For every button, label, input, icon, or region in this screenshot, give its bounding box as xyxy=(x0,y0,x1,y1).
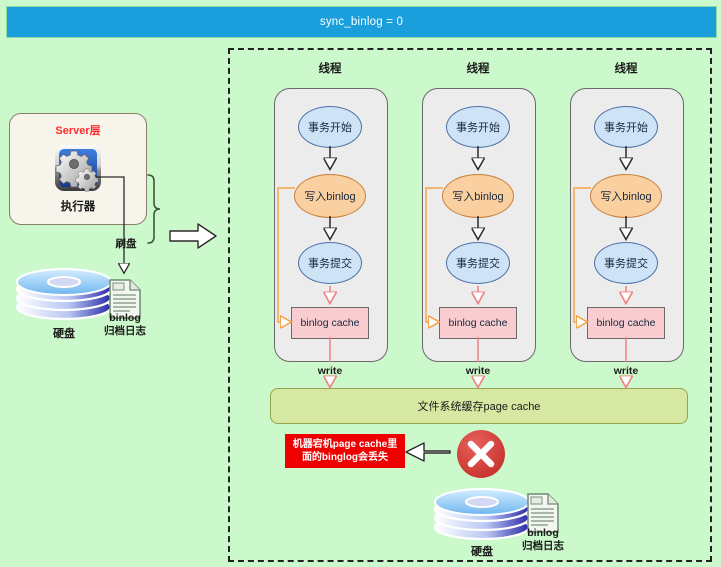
thread-title: 线程 xyxy=(318,63,342,75)
diagram-canvas: sync_binlog = 0 Server层 执行器 硬盘 binlog 归档… xyxy=(0,0,721,567)
node-write-binlog: 写入binlog xyxy=(590,174,662,218)
node-transaction-start: 事务开始 xyxy=(594,106,658,148)
gears-executor-icon xyxy=(54,144,102,192)
write-label: write xyxy=(465,365,491,377)
page-cache-bar: 文件系统缓存page cache xyxy=(270,388,688,424)
binlog-doc-line2: 归档日志 xyxy=(104,325,146,337)
header-title: sync_binlog = 0 xyxy=(319,16,404,28)
node-transaction-start: 事务开始 xyxy=(446,106,510,148)
binlog-cache-box: binlog cache xyxy=(587,307,665,339)
thread-title: 线程 xyxy=(466,63,490,75)
binlog-cache-box: binlog cache xyxy=(291,307,369,339)
binlog-doc-line1: binlog xyxy=(109,312,141,324)
node-write-binlog: 写入binlog xyxy=(442,174,514,218)
binlog-doc-label-left: binlog 归档日志 xyxy=(88,312,162,338)
error-x-circle-icon xyxy=(455,428,507,480)
server-layer-box: Server层 执行器 xyxy=(9,113,147,225)
binlog-doc-bottom-line2: 归档日志 xyxy=(522,540,564,552)
binlog-doc-bottom-line1: binlog xyxy=(527,527,559,539)
binlog-doc-label-bottom: binlog 归档日志 xyxy=(506,527,580,553)
node-transaction-commit: 事务提交 xyxy=(298,242,362,284)
binlog-cache-box: binlog cache xyxy=(439,307,517,339)
node-transaction-start: 事务开始 xyxy=(298,106,362,148)
node-write-binlog: 写入binlog xyxy=(294,174,366,218)
thread-column-3: 线程事务开始写入binlog 事务提交 binlog cache write xyxy=(564,60,688,377)
server-layer-title: Server层 xyxy=(55,125,101,137)
write-label: write xyxy=(613,365,639,377)
thread-title: 线程 xyxy=(614,63,638,75)
warning-banner: 机器宕机page cache里面的binglog会丢失 xyxy=(285,434,405,468)
thread-column-2: 线程事务开始写入binlog 事务提交 binlog cache write xyxy=(416,60,540,377)
executor-label: 执行器 xyxy=(60,201,96,213)
warning-text: 机器宕机page cache里面的binglog会丢失 xyxy=(292,439,398,463)
write-label: write xyxy=(317,365,343,377)
thread-column-1: 线程事务开始写入binlog 事务提交 binlog cache write xyxy=(268,60,392,377)
node-transaction-commit: 事务提交 xyxy=(594,242,658,284)
flush-label: 刷盘 xyxy=(115,238,137,250)
page-cache-label: 文件系统缓存page cache xyxy=(417,401,541,413)
sync-binlog-header: sync_binlog = 0 xyxy=(6,6,717,38)
node-transaction-commit: 事务提交 xyxy=(446,242,510,284)
